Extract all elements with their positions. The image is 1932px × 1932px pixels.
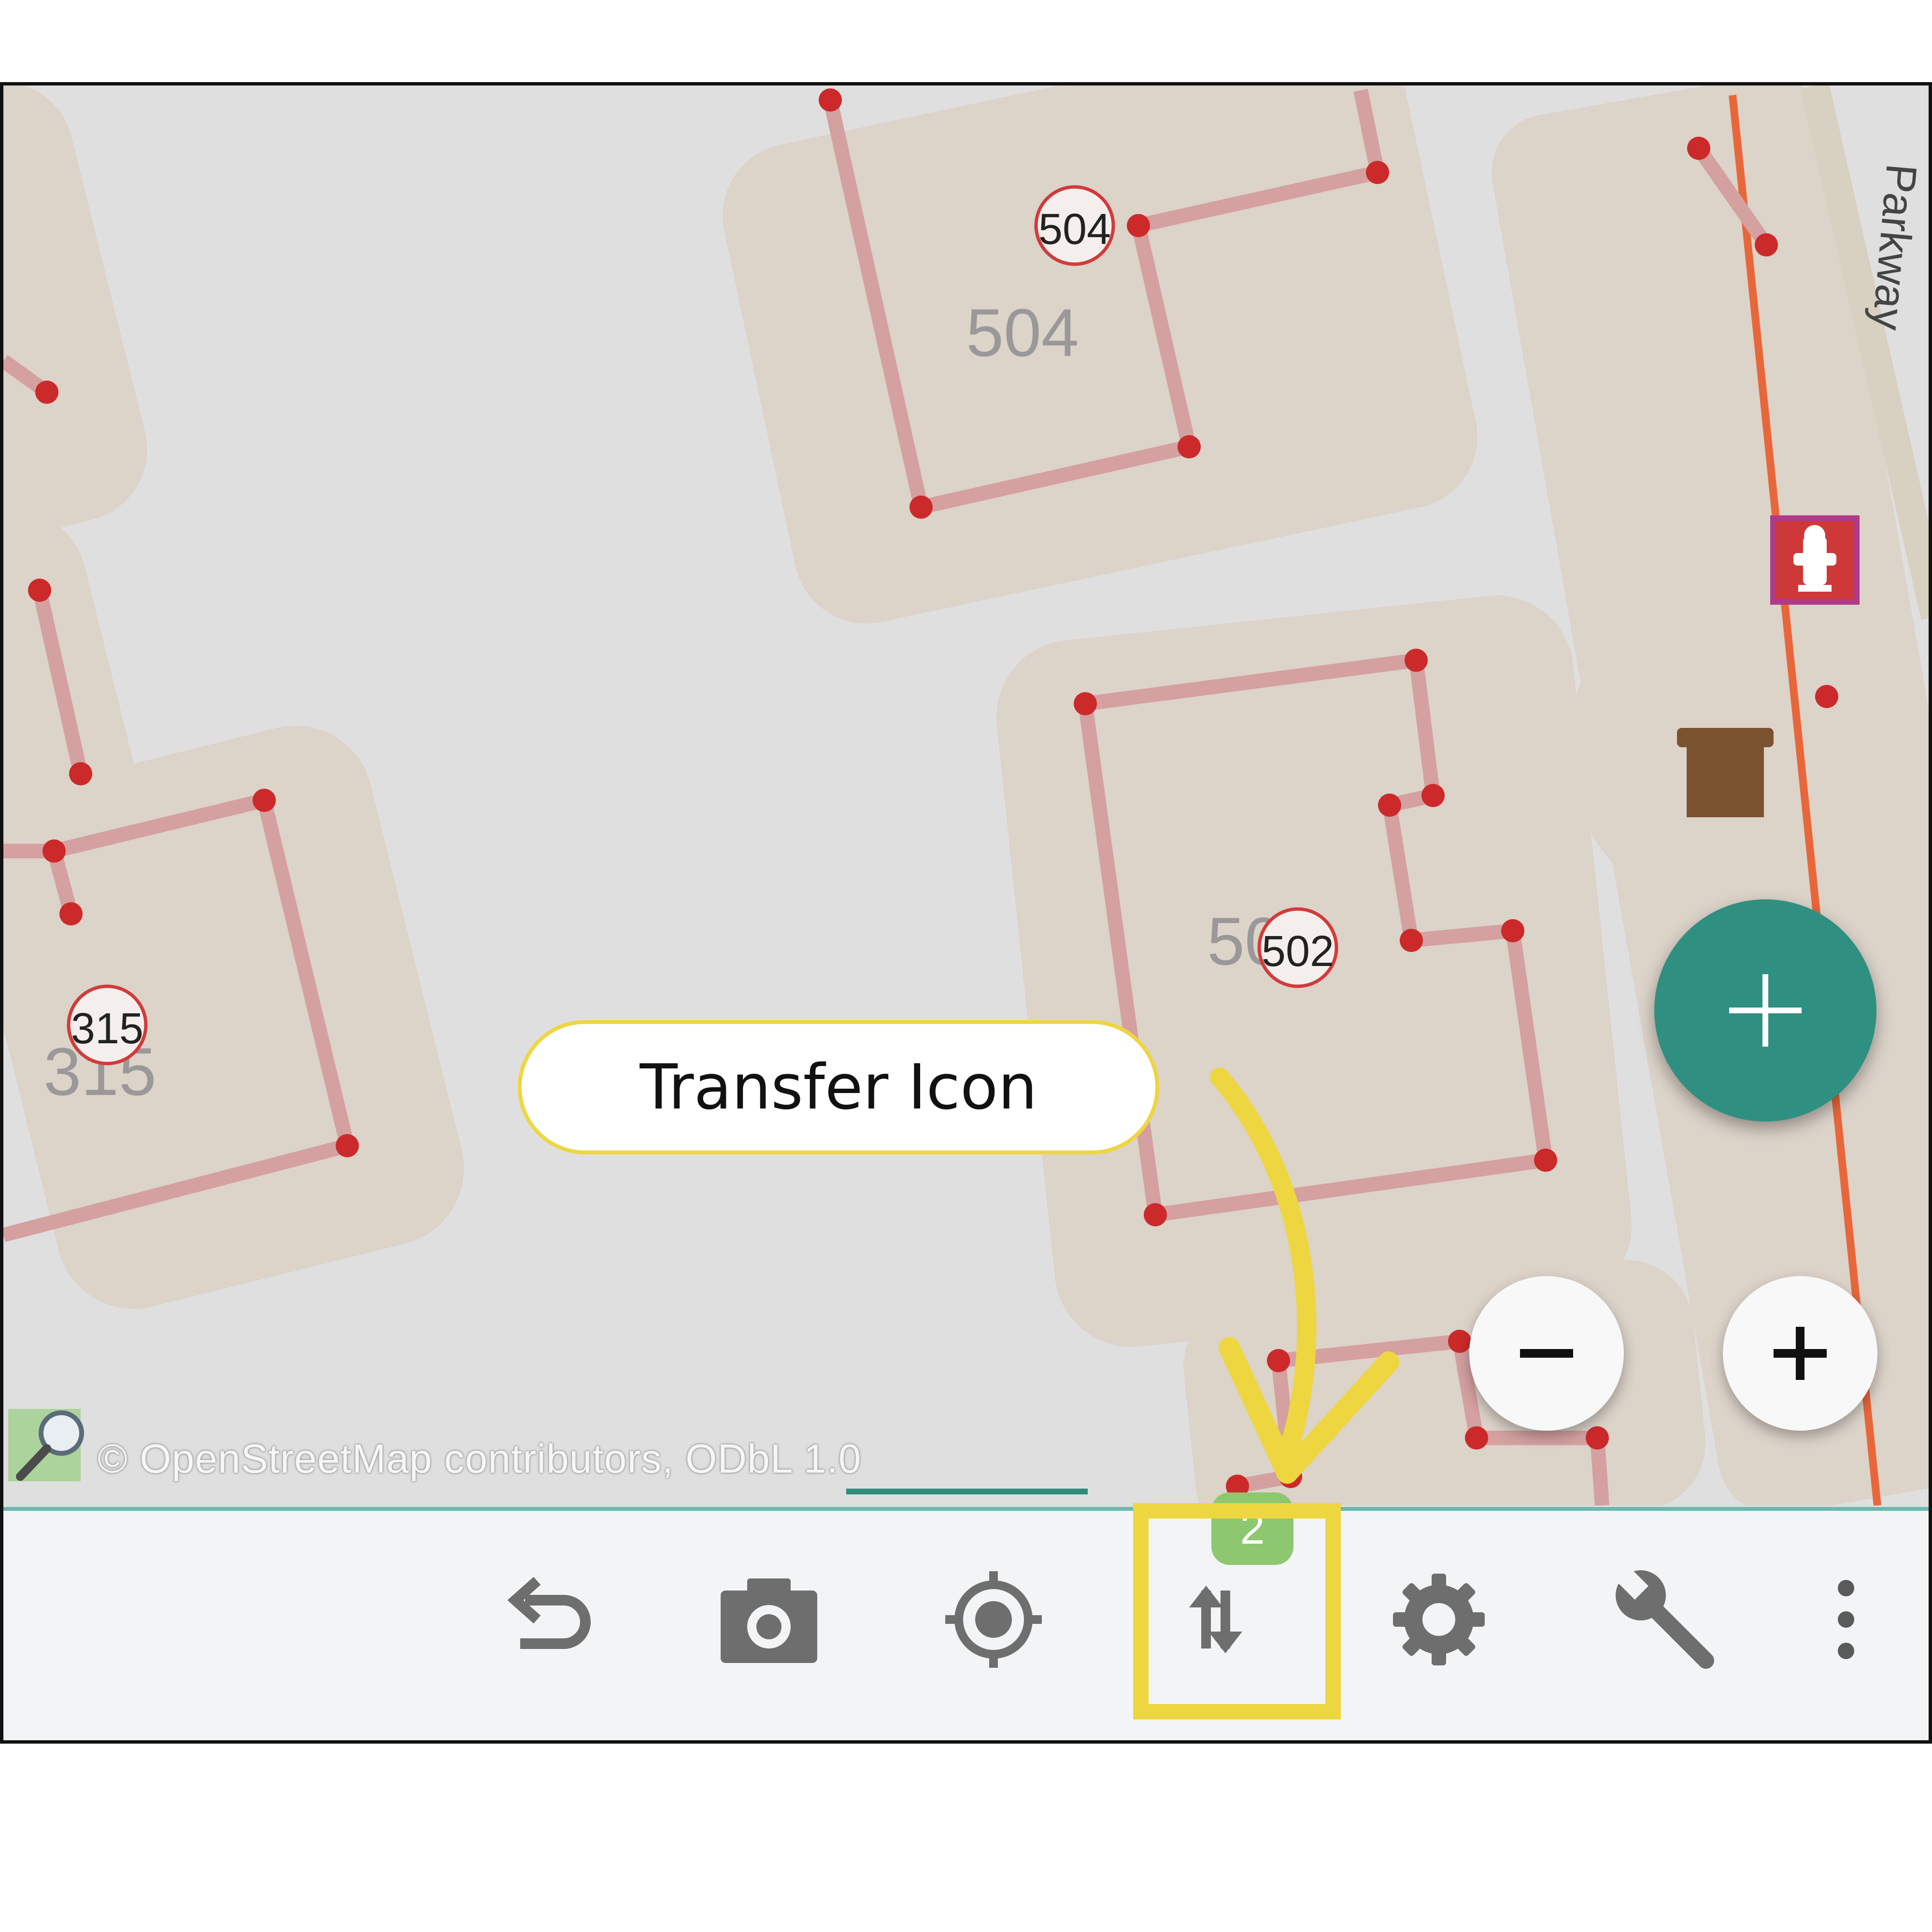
annotation-arrow-icon <box>1210 1067 1399 1484</box>
transfer-icon-callout: Transfer Icon <box>518 1020 1159 1154</box>
